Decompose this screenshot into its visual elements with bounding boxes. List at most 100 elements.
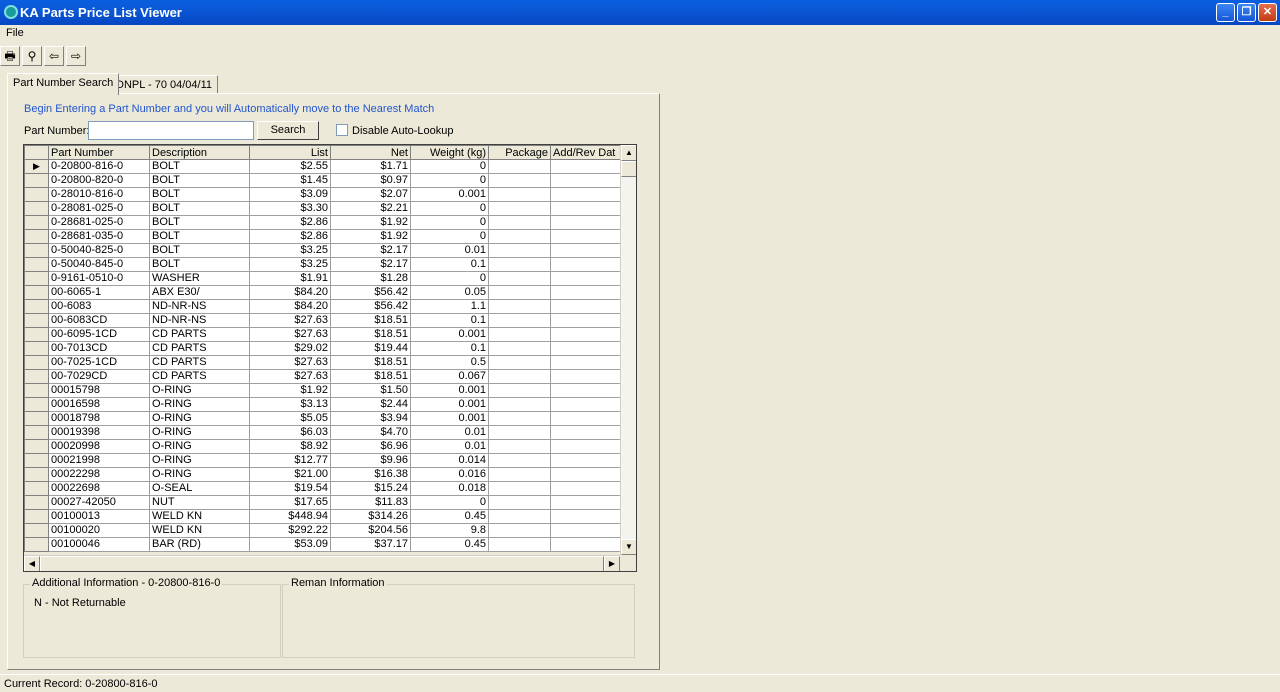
horizontal-scrollbar[interactable]: ◀ ▶ [24,555,620,571]
net-price-cell: $3.94 [330,411,411,426]
parts-grid[interactable]: Part Number Description List Net Weight … [23,144,637,572]
part-number-cell: 00-6083 [48,299,150,314]
column-header-part-number[interactable]: Part Number [48,145,150,160]
weight-cell: 0.01 [410,439,489,454]
row-selector[interactable] [24,481,49,496]
row-selector[interactable] [24,299,49,314]
row-selector[interactable] [24,369,49,384]
row-selector[interactable] [24,439,49,454]
weight-cell: 0 [410,201,489,216]
package-cell [488,439,551,454]
table-row[interactable]: 00-6065-1 ABX E30/$84.20 $56.42 0.05 [24,285,622,300]
row-selector[interactable] [24,285,49,300]
table-row[interactable]: 00018798 O-RING $5.05 $3.94 0.001 [24,411,622,426]
table-row[interactable]: 00100013 WELD KN $448.94 $314.26 0.45 [24,509,622,524]
row-selector[interactable] [24,537,49,552]
column-header-net[interactable]: Net [330,145,411,160]
table-row[interactable]: 0-50040-845-0 BOLT $3.25 $2.17 0.1 [24,257,622,272]
table-row[interactable]: 00-7013CD CD PARTS $29.02 $19.44 0.1 [24,341,622,356]
tab-part-number-search[interactable]: Part Number Search [7,73,120,95]
table-row[interactable]: 00-6095-1CD CD PARTS $27.63 $18.51 0.001 [24,327,622,342]
row-selector[interactable] [24,201,49,216]
table-row[interactable]: 00100046 BAR (RD) $53.09 $37.17 0.45 [24,537,622,552]
table-row[interactable]: 00016598 O-RING $3.13 $2.44 0.001 [24,397,622,412]
table-row[interactable]: 00-7025-1CD CD PARTS $27.63 $18.51 0.5 [24,355,622,370]
current-row-arrow-icon[interactable]: ▶ [24,159,49,174]
table-row[interactable]: 00019398 O-RING $6.03 $4.70 0.01 [24,425,622,440]
vertical-scrollbar[interactable]: ▲ ▼ [620,145,636,555]
row-selector[interactable] [24,187,49,202]
restore-button[interactable]: ❐ [1237,3,1256,22]
table-row[interactable]: 0-28010-816-0 BOLT $3.09 $2.07 0.001 [24,187,622,202]
row-selector[interactable] [24,215,49,230]
table-row[interactable]: 00015798 O-RING $1.92 $1.50 0.001 [24,383,622,398]
part-number-input[interactable] [88,121,254,140]
column-header-weight[interactable]: Weight (kg) [410,145,489,160]
list-price-cell: $6.03 [249,425,331,440]
minimize-button[interactable]: _ [1216,3,1235,22]
print-icon[interactable]: 🖶 [0,46,20,66]
row-selector[interactable] [24,355,49,370]
row-selector[interactable] [24,523,49,538]
column-header-description[interactable]: Description [149,145,250,160]
forward-arrow-icon[interactable]: ⇨ [66,46,86,66]
table-row[interactable]: 00-6083CD ND-NR-NS $27.63 $18.51 0.1 [24,313,622,328]
table-row[interactable]: 0-50040-825-0 BOLT $3.25 $2.17 0.01 [24,243,622,258]
row-selector[interactable] [24,397,49,412]
menu-file[interactable]: File [6,27,24,39]
description-cell: BOLT [149,243,250,258]
row-selector[interactable] [24,327,49,342]
row-selector[interactable] [24,173,49,188]
tab-price-list[interactable]: DNPL - 70 04/04/11 [110,75,219,94]
binoculars-icon[interactable]: ⚲ [22,46,42,66]
column-header-package[interactable]: Package [488,145,551,160]
row-selector[interactable] [24,383,49,398]
table-row[interactable]: 0-9161-0510-0 WASHER $1.91 $1.28 0 [24,271,622,286]
table-row[interactable]: 0-28081-025-0 BOLT $3.30 $2.21 0 [24,201,622,216]
row-selector[interactable] [24,341,49,356]
table-row[interactable]: 0-20800-820-0 BOLT $1.45 $0.97 0 [24,173,622,188]
list-price-cell: $3.25 [249,257,331,272]
part-number-cell: 0-20800-816-0 [48,159,150,174]
row-selector[interactable] [24,425,49,440]
horizontal-scroll-thumb[interactable] [40,556,604,571]
table-row[interactable]: ▶ 0-20800-816-0 BOLT $2.55 $1.71 0 [24,159,622,174]
table-row[interactable]: 0-28681-035-0 BOLT $2.86 $1.92 0 [24,229,622,244]
table-row[interactable]: 00027-42050 NUT $17.65 $11.83 0 [24,495,622,510]
column-header-add-rev-date[interactable]: Add/Rev Dat [550,145,622,160]
scroll-left-icon[interactable]: ◀ [24,556,40,571]
disable-auto-lookup-checkbox[interactable] [336,124,348,136]
scroll-right-icon[interactable]: ▶ [604,556,620,571]
table-row[interactable]: 00100020 WELD KN $292.22 $204.56 9.8 [24,523,622,538]
list-price-cell: $448.94 [249,509,331,524]
add-rev-date-cell [550,215,622,230]
table-row[interactable]: 00-6083 ND-NR-NS $84.20 $56.42 1.1 [24,299,622,314]
row-selector[interactable] [24,509,49,524]
row-selector[interactable] [24,411,49,426]
row-selector[interactable] [24,467,49,482]
net-price-cell: $6.96 [330,439,411,454]
scroll-down-icon[interactable]: ▼ [621,539,636,555]
close-button[interactable]: ✕ [1258,3,1277,22]
scroll-up-icon[interactable]: ▲ [621,145,636,161]
add-rev-date-cell [550,537,622,552]
row-selector[interactable] [24,257,49,272]
column-header-list[interactable]: List [249,145,331,160]
description-cell: O-RING [149,383,250,398]
row-selector[interactable] [24,271,49,286]
row-selector[interactable] [24,243,49,258]
search-button[interactable]: Search [257,121,319,140]
row-selector[interactable] [24,313,49,328]
table-row[interactable]: 00020998 O-RING $8.92 $6.96 0.01 [24,439,622,454]
table-row[interactable]: 00022698 O-SEAL $19.54 $15.24 0.018 [24,481,622,496]
vertical-scroll-thumb[interactable] [621,161,636,177]
table-row[interactable]: 0-28681-025-0 BOLT $2.86 $1.92 0 [24,215,622,230]
package-cell [488,425,551,440]
back-arrow-icon[interactable]: ⇦ [44,46,64,66]
table-row[interactable]: 00-7029CD CD PARTS $27.63 $18.51 0.067 [24,369,622,384]
row-selector[interactable] [24,229,49,244]
row-selector[interactable] [24,495,49,510]
row-selector[interactable] [24,453,49,468]
table-row[interactable]: 00022298 O-RING $21.00 $16.38 0.016 [24,467,622,482]
table-row[interactable]: 00021998 O-RING $12.77 $9.96 0.014 [24,453,622,468]
